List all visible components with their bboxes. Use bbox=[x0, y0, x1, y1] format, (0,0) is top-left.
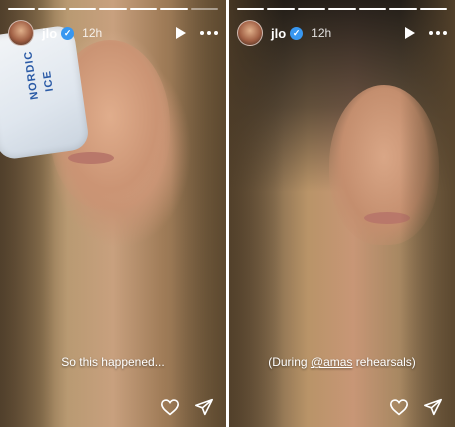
verified-badge-icon: ✓ bbox=[290, 26, 304, 40]
username[interactable]: jlo bbox=[42, 26, 57, 41]
progress-segment bbox=[129, 8, 158, 10]
story-frame-2[interactable]: jlo ✓ 12h (During @amas rehearsals) bbox=[229, 0, 455, 427]
timestamp: 12h bbox=[82, 26, 103, 40]
caption-mention-link[interactable]: @amas bbox=[311, 355, 353, 369]
play-icon[interactable] bbox=[174, 25, 188, 41]
progress-segment bbox=[237, 8, 265, 10]
send-icon[interactable] bbox=[194, 397, 214, 417]
progress-segment bbox=[267, 8, 295, 10]
story-progress bbox=[237, 8, 447, 10]
progress-segment bbox=[389, 8, 417, 10]
avatar[interactable] bbox=[8, 20, 34, 46]
story-header: jlo ✓ 12h bbox=[237, 18, 447, 48]
progress-segment bbox=[99, 8, 127, 10]
story-progress bbox=[8, 8, 218, 10]
story-footer bbox=[160, 397, 214, 417]
timestamp: 12h bbox=[311, 26, 332, 40]
ice-pack-label: ICE bbox=[41, 69, 56, 93]
progress-segment bbox=[328, 8, 356, 10]
progress-segment bbox=[190, 8, 218, 10]
play-icon[interactable] bbox=[403, 25, 417, 41]
progress-segment bbox=[160, 8, 188, 10]
caption-text: (During bbox=[268, 355, 311, 369]
progress-segment bbox=[8, 8, 36, 10]
caption-text: So this happened... bbox=[61, 355, 165, 369]
send-icon[interactable] bbox=[423, 397, 443, 417]
story-caption: (During @amas rehearsals) bbox=[229, 355, 455, 369]
story-caption: So this happened... bbox=[0, 355, 226, 369]
heart-icon[interactable] bbox=[160, 397, 180, 417]
photo-lips bbox=[68, 152, 114, 164]
verified-badge-icon: ✓ bbox=[61, 26, 75, 40]
story-footer bbox=[389, 397, 443, 417]
username[interactable]: jlo bbox=[271, 26, 286, 41]
story-frame-1[interactable]: NORDIC ICE jlo ✓ 12h So this happened... bbox=[0, 0, 226, 427]
progress-segment bbox=[38, 8, 66, 10]
heart-icon[interactable] bbox=[389, 397, 409, 417]
progress-segment bbox=[358, 8, 387, 10]
more-options-icon[interactable] bbox=[200, 31, 218, 35]
progress-segment bbox=[419, 8, 447, 10]
story-header: jlo ✓ 12h bbox=[8, 18, 218, 48]
progress-segment bbox=[68, 8, 97, 10]
more-options-icon[interactable] bbox=[429, 31, 447, 35]
caption-text-after: rehearsals) bbox=[352, 355, 416, 369]
avatar[interactable] bbox=[237, 20, 263, 46]
progress-segment bbox=[297, 8, 326, 10]
